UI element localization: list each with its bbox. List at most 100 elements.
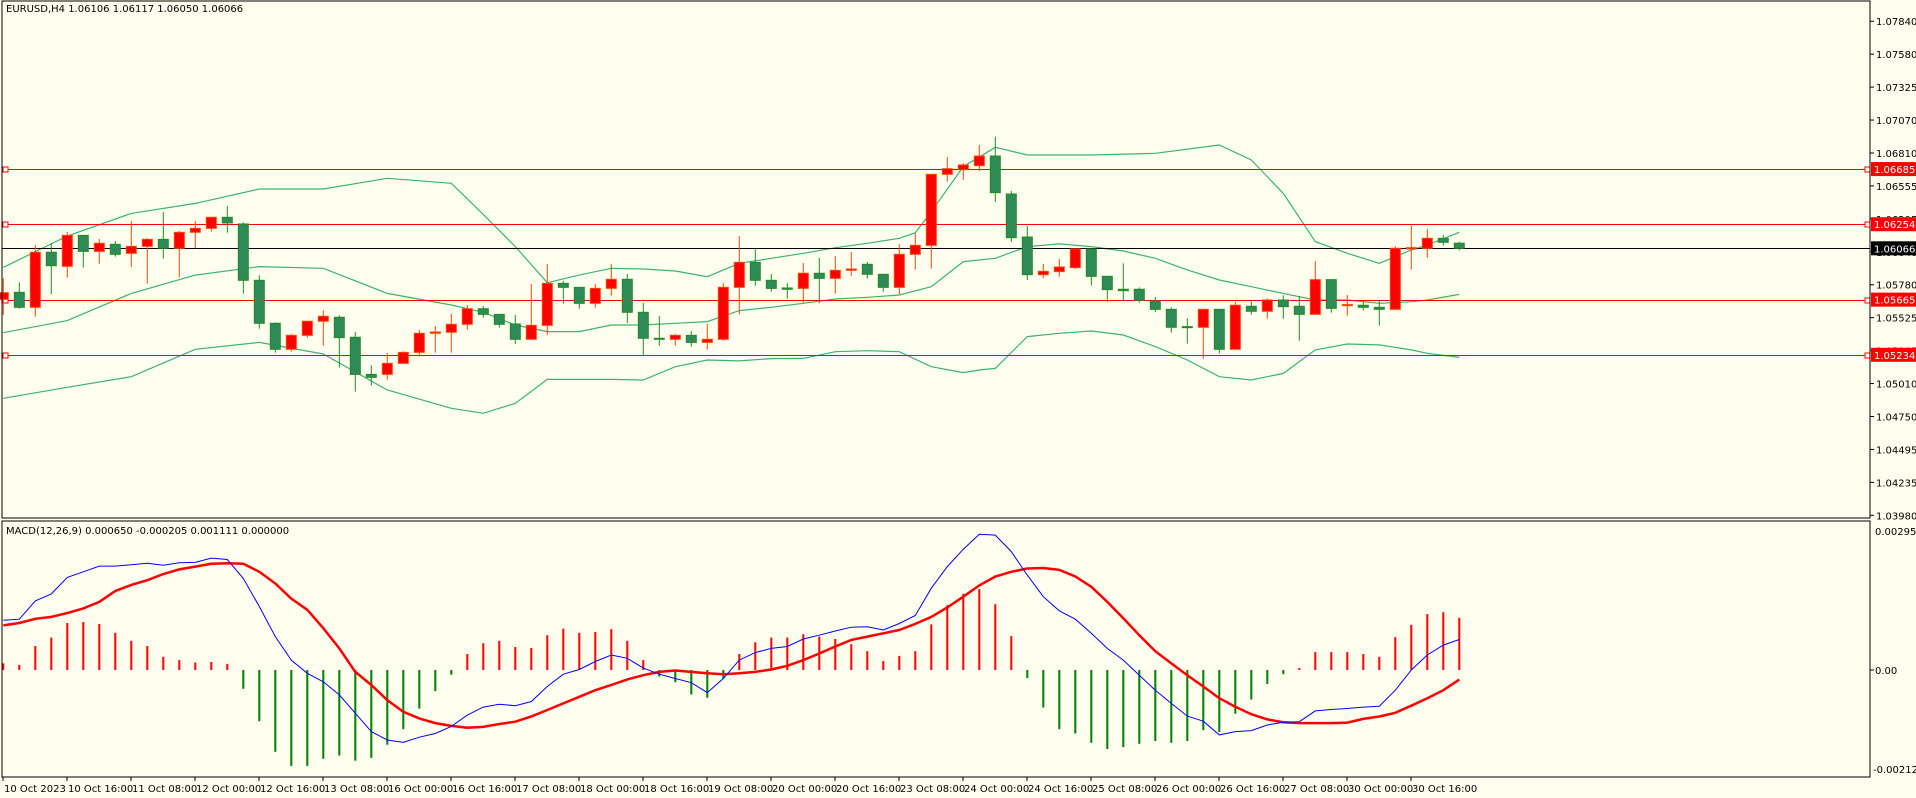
macd-histogram-bar — [1410, 624, 1413, 670]
time-axis-label: 26 Oct 16:00 — [1220, 784, 1285, 795]
candle-body — [1357, 304, 1369, 308]
macd-histogram-bar — [274, 670, 277, 752]
candle-body — [765, 279, 777, 289]
price-axis-label: 1.07840 — [1876, 17, 1916, 28]
macd-histogram-bar — [242, 670, 245, 689]
macd-histogram-bar — [258, 670, 261, 722]
candle — [1213, 308, 1225, 354]
macd-histogram-bar — [1426, 614, 1429, 670]
macd-histogram-bar — [1186, 670, 1189, 741]
level-handle-left[interactable] — [2, 221, 9, 228]
candle-body — [829, 269, 841, 279]
macd-histogram-bar — [610, 629, 613, 670]
candle-body — [925, 173, 937, 246]
time-axis-label: 30 Oct 00:00 — [1348, 784, 1413, 795]
candle-body — [813, 272, 825, 279]
candle-body — [701, 338, 713, 343]
candle-body — [109, 243, 121, 255]
candle-body — [61, 234, 73, 267]
candle — [397, 351, 409, 364]
candle-body — [253, 279, 265, 324]
trading-chart[interactable]: EURUSD,H4 1.06106 1.06117 1.06050 1.0606… — [0, 0, 1916, 798]
candle-body — [1181, 326, 1193, 329]
candle-body — [1325, 279, 1337, 309]
candle-body — [349, 336, 361, 375]
macd-histogram-bar — [546, 635, 549, 670]
macd-histogram-bar — [898, 655, 901, 670]
macd-histogram-bar — [466, 654, 469, 670]
macd-histogram-bar — [290, 670, 293, 766]
macd-histogram-bar — [114, 632, 117, 670]
level-handle-right[interactable] — [1864, 166, 1871, 173]
candle-body — [861, 263, 873, 275]
time-axis-label: 24 Oct 00:00 — [964, 784, 1029, 795]
macd-histogram-bar — [162, 656, 165, 670]
candle-body — [77, 234, 89, 252]
price-axis-label: 1.03980 — [1876, 511, 1916, 522]
macd-label: MACD(12,26,9) 0.000650 -0.000205 0.00111… — [6, 526, 289, 537]
macd-histogram-bar — [146, 646, 149, 670]
macd-histogram-bar — [1330, 652, 1333, 670]
candle-body — [1101, 275, 1113, 291]
macd-histogram-bar — [594, 631, 597, 670]
candle-body — [1165, 308, 1177, 328]
macd-histogram-bar — [738, 654, 741, 670]
candle-body — [1149, 300, 1161, 310]
candle-body — [653, 337, 665, 340]
candle-body — [1213, 308, 1225, 350]
candle-body — [1421, 237, 1433, 249]
candle-body — [1053, 266, 1065, 273]
macd-histogram-bar — [1250, 670, 1253, 700]
level-price-label: 1.06254 — [1874, 220, 1915, 231]
time-axis-label: 10 Oct 2023 — [4, 784, 66, 795]
candle-body — [493, 313, 505, 325]
macd-histogram-bar — [1010, 636, 1013, 670]
candle-body — [989, 155, 1001, 194]
level-handle-right[interactable] — [1864, 221, 1871, 228]
candle — [1133, 287, 1145, 303]
price-axis-label: 1.05525 — [1876, 314, 1916, 325]
macd-histogram-bar — [34, 646, 37, 670]
candle-body — [29, 251, 41, 308]
candle-body — [893, 253, 905, 288]
candle-body — [45, 251, 57, 267]
candle-body — [1021, 236, 1033, 276]
macd-histogram-bar — [1138, 670, 1141, 744]
price-axis-label: 1.04495 — [1876, 445, 1916, 456]
candle-body — [141, 238, 153, 247]
candle-body — [621, 278, 633, 313]
candle-body — [333, 316, 345, 339]
candle-body — [605, 278, 617, 289]
time-axis-label: 17 Oct 08:00 — [516, 784, 581, 795]
level-handle-left[interactable] — [2, 352, 9, 359]
macd-histogram-bar — [1378, 656, 1381, 670]
candle-body — [781, 287, 793, 290]
candle-body — [237, 223, 249, 281]
price-axis-label: 1.06555 — [1876, 182, 1916, 193]
price-axis-label: 1.04235 — [1876, 478, 1916, 489]
time-axis-label: 16 Oct 16:00 — [452, 784, 517, 795]
candle-body — [1133, 288, 1145, 301]
candle-body — [1341, 304, 1353, 307]
candle-body — [269, 322, 281, 350]
candle-body — [733, 261, 745, 288]
level-handle-right[interactable] — [1864, 297, 1871, 304]
candle-body — [845, 268, 857, 271]
macd-histogram-bar — [1170, 670, 1173, 743]
macd-histogram-bar — [1346, 652, 1349, 670]
macd-histogram-bar — [50, 637, 53, 670]
macd-histogram-bar — [834, 638, 837, 670]
candle-body — [941, 168, 953, 175]
time-axis-label: 18 Oct 00:00 — [580, 784, 645, 795]
candle — [717, 283, 729, 341]
time-axis-label: 24 Oct 16:00 — [1028, 784, 1093, 795]
candle — [1005, 190, 1017, 243]
price-axis-label: 1.07325 — [1876, 83, 1916, 94]
candle-body — [301, 320, 313, 336]
candle-body — [1453, 242, 1465, 249]
level-handle-left[interactable] — [2, 166, 9, 173]
macd-histogram-bar — [962, 593, 965, 670]
level-handle-right[interactable] — [1864, 352, 1871, 359]
macd-histogram-bar — [130, 640, 133, 670]
macd-histogram-bar — [1218, 670, 1221, 733]
